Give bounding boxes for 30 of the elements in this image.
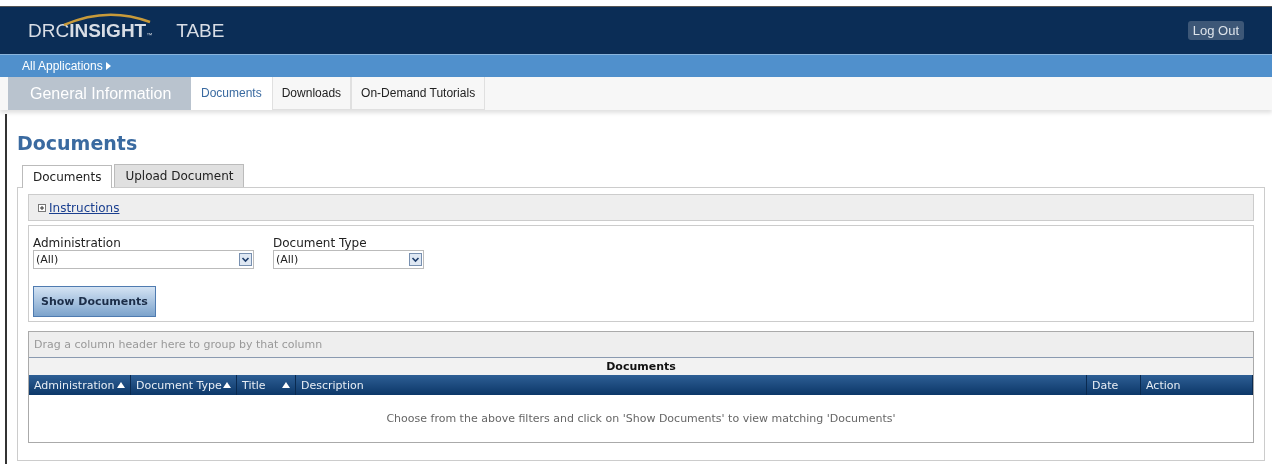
show-documents-button[interactable]: Show Documents bbox=[33, 286, 156, 317]
section-title: General Information bbox=[8, 77, 191, 110]
nav-tab[interactable]: Documents bbox=[191, 77, 272, 110]
dropdown[interactable]: (All) bbox=[33, 250, 254, 269]
dropdown[interactable]: (All) bbox=[273, 250, 424, 269]
nav-tab[interactable]: Downloads bbox=[271, 77, 352, 110]
tab[interactable]: Upload Document bbox=[114, 164, 245, 187]
arc-icon bbox=[62, 11, 152, 26]
empty-message: Choose from the above filters and click on 'Show Documents' to view matching 'Documents' bbox=[386, 412, 896, 425]
column-header[interactable]: Date bbox=[1087, 375, 1141, 395]
expand-icon[interactable] bbox=[38, 203, 46, 212]
column-header[interactable]: Title bbox=[237, 375, 296, 395]
column-header[interactable]: Action bbox=[1141, 375, 1253, 395]
app-name: TABE bbox=[176, 19, 225, 42]
group-by-hint: Drag a column header here to group by that column bbox=[29, 332, 1253, 358]
logout-button[interactable]: Log Out bbox=[1187, 21, 1244, 40]
column-header[interactable]: Document Type bbox=[131, 375, 237, 395]
caret-icon bbox=[105, 62, 111, 70]
page-title: Documents bbox=[17, 132, 139, 154]
tab[interactable]: Documents bbox=[22, 165, 113, 188]
sort-ascending-icon bbox=[223, 382, 231, 388]
grid-caption: Documents bbox=[29, 358, 1253, 375]
sort-ascending-icon bbox=[117, 382, 125, 388]
sort-ascending-icon bbox=[282, 382, 290, 388]
field-label: Administration bbox=[33, 236, 122, 250]
field-label: Document Type bbox=[273, 236, 368, 250]
column-header[interactable]: Description bbox=[296, 375, 1087, 395]
instructions-link[interactable]: Instructions bbox=[49, 200, 120, 215]
column-header[interactable]: Administration bbox=[29, 375, 131, 395]
nav-tab[interactable]: On-Demand Tutorials bbox=[351, 77, 486, 110]
